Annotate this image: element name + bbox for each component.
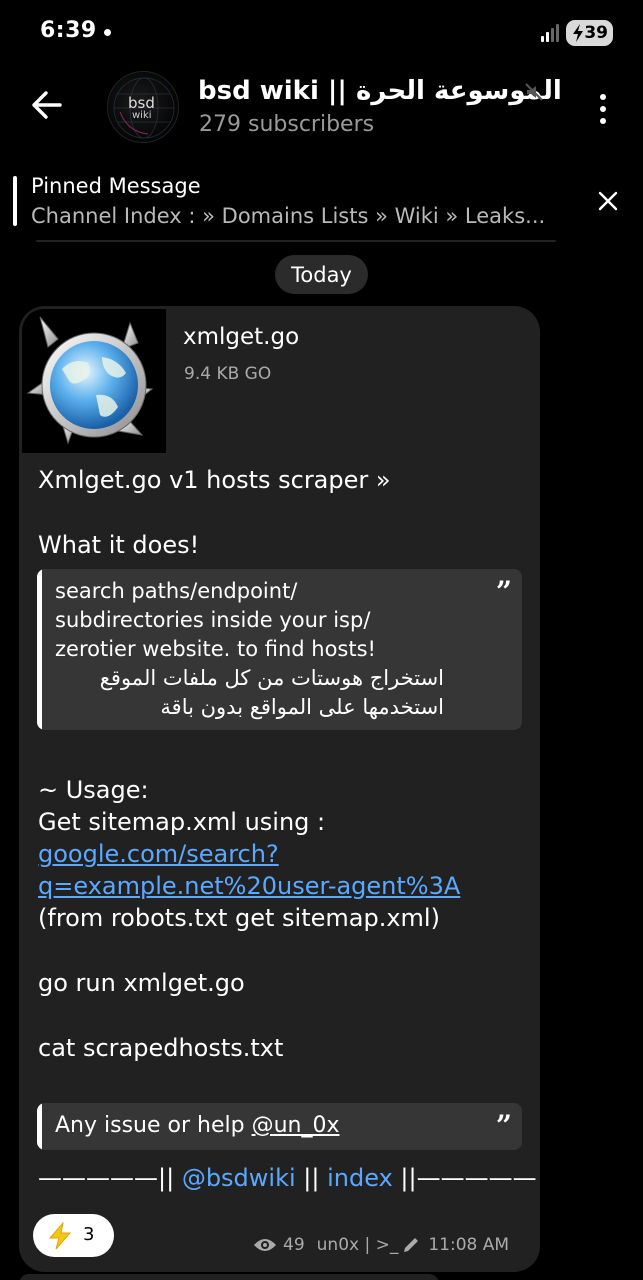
divider xyxy=(36,240,556,242)
more-menu-icon[interactable] xyxy=(594,92,612,126)
footer-dash: —————|| xyxy=(38,1164,175,1192)
pinned-title: Pinned Message xyxy=(31,174,201,198)
views-icon xyxy=(254,1239,276,1251)
message-line: Xmlget.go v1 hosts scraper » xyxy=(38,466,391,494)
message-bubble[interactable]: xmlget.go 9.4 KB GO Xmlget.go v1 hosts s… xyxy=(19,306,540,1272)
channel-avatar[interactable]: bsd wiki xyxy=(107,71,179,143)
search-link[interactable]: q=example.net%20user-agent%3A xyxy=(38,872,460,900)
charging-icon xyxy=(573,24,583,42)
footer-dash: ||————— xyxy=(400,1164,537,1192)
file-thumbnail[interactable] xyxy=(22,309,166,453)
battery-indicator: 39 xyxy=(566,20,613,46)
close-icon[interactable] xyxy=(597,190,619,212)
search-link[interactable]: google.com/search? xyxy=(38,840,279,868)
message-line: Get sitemap.xml using : xyxy=(38,808,326,836)
signal-icon xyxy=(541,24,561,42)
quote-line: zerotier website. to find hosts! xyxy=(55,637,376,661)
quote-line-arabic: استخدمها على المواقع بدون باقة xyxy=(160,695,444,719)
status-time: 6:39 xyxy=(40,18,97,43)
help-line: Any issue or help @un_0x xyxy=(55,1113,339,1138)
back-arrow-icon[interactable] xyxy=(30,88,64,122)
date-chip: Today xyxy=(275,255,368,294)
pinned-text: Channel Index : » Domains Lists » Wiki »… xyxy=(31,204,546,228)
message-line: What it does! xyxy=(38,531,200,559)
file-size: 9.4 KB GO xyxy=(184,364,272,384)
pinned-message-bar[interactable]: Pinned Message Channel Index : » Domains… xyxy=(0,168,643,238)
quote-line-arabic: استخراج هوستات من كل ملفات الموقع xyxy=(99,666,444,690)
edited-icon xyxy=(404,1238,419,1252)
chat-header: bsd wiki bsd wiki || الموسوعة الحرة 279 … xyxy=(0,66,643,156)
quote-line: search paths/endpoint/ xyxy=(55,579,298,603)
reaction-count: 3 xyxy=(83,1224,95,1245)
quote-bar xyxy=(37,1103,42,1150)
view-count: 49 xyxy=(283,1235,305,1255)
index-link[interactable]: index xyxy=(327,1164,393,1192)
quote-line: subdirectories inside your isp/ xyxy=(55,608,371,632)
message-meta: 49 un0x | >_ 11:08 AM xyxy=(253,1231,509,1259)
message-time: 11:08 AM xyxy=(428,1235,510,1255)
web-file-icon xyxy=(26,316,154,445)
footer-separator: || xyxy=(303,1164,320,1192)
help-handle-link[interactable]: @un_0x xyxy=(252,1113,340,1138)
message-line: (from robots.txt get sitemap.xml) xyxy=(38,904,440,932)
command-line: go run xmlget.go xyxy=(38,969,245,997)
avatar-text-wiki: wiki xyxy=(132,110,152,121)
muted-icon xyxy=(525,83,543,101)
status-bar: 6:39 39 xyxy=(0,0,643,66)
command-line: cat scrapedhosts.txt xyxy=(38,1034,284,1062)
footer-line: —————|| @bsdwiki || index ||————— xyxy=(38,1164,537,1192)
recording-dot xyxy=(104,29,111,36)
quote-bar xyxy=(37,569,42,730)
file-name[interactable]: xmlget.go xyxy=(183,324,299,350)
message-line: ~ Usage: xyxy=(38,776,149,804)
blockquote: ” search paths/endpoint/ subdirectories … xyxy=(37,569,522,730)
subscriber-count: 279 subscribers xyxy=(199,112,375,137)
quote-icon: ” xyxy=(495,575,512,608)
channel-title[interactable]: bsd wiki || الموسوعة الحرة xyxy=(198,76,562,106)
pinned-indicator xyxy=(13,176,17,226)
next-message-bubble xyxy=(19,1274,439,1280)
help-text: Any issue or help xyxy=(55,1113,252,1138)
author-signature: un0x | >_ xyxy=(316,1235,399,1255)
lightning-icon xyxy=(48,1222,72,1250)
quote-icon: ” xyxy=(495,1109,512,1142)
bsdwiki-link[interactable]: @bsdwiki xyxy=(182,1164,296,1192)
battery-level: 39 xyxy=(584,23,608,43)
help-blockquote: ” Any issue or help @un_0x xyxy=(37,1103,522,1150)
reaction-chip[interactable]: 3 xyxy=(33,1214,114,1257)
